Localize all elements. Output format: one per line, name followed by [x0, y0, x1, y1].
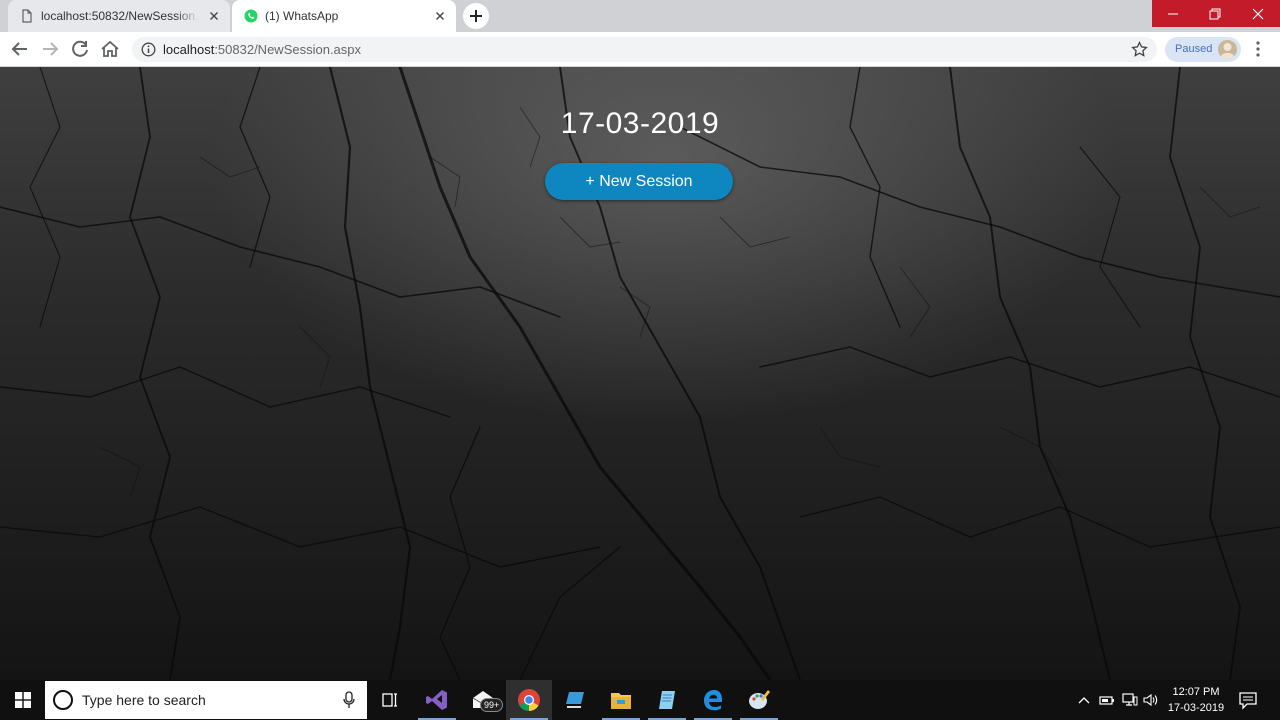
- tab-newsession[interactable]: localhost:50832/NewSession.aspx: [8, 0, 230, 32]
- close-icon: [1252, 8, 1264, 19]
- url-text: localhost:50832/NewSession.aspx: [163, 42, 361, 57]
- taskbar-remote-desktop[interactable]: [552, 680, 598, 720]
- restore-button[interactable]: [1194, 0, 1236, 27]
- start-button[interactable]: [0, 680, 46, 720]
- notepad-icon: [659, 691, 675, 709]
- more-menu-icon[interactable]: [1250, 38, 1266, 60]
- taskbar-chrome[interactable]: [506, 680, 552, 720]
- page-icon: [22, 9, 32, 23]
- volume-icon: [1143, 693, 1158, 707]
- page-content: 17-03-2019 + New Session: [0, 67, 1280, 680]
- paint-icon: [749, 690, 770, 709]
- visual-studio-icon: [426, 690, 447, 710]
- browser-toolbar: localhost:50832/NewSession.aspx Paused: [0, 32, 1280, 67]
- close-icon[interactable]: [432, 8, 448, 24]
- clock-time: 12:07 PM: [1172, 686, 1220, 698]
- new-session-button[interactable]: + New Session: [545, 163, 733, 200]
- close-icon[interactable]: [206, 8, 222, 24]
- search-placeholder: Type here to search: [82, 692, 206, 708]
- minimize-icon: [1168, 13, 1178, 14]
- task-view-icon: [382, 693, 397, 707]
- plus-icon: [470, 10, 482, 22]
- taskbar: Type here to search 99+ 12:07 PM 17-03-2…: [0, 680, 1280, 720]
- chrome-icon: [518, 689, 540, 711]
- taskbar-notepad[interactable]: [644, 680, 690, 720]
- taskbar-visual-studio[interactable]: [414, 680, 460, 720]
- url-host: localhost: [163, 42, 215, 57]
- remote-desktop-icon: [566, 692, 584, 708]
- reload-icon[interactable]: [69, 38, 91, 60]
- avatar: [1218, 40, 1237, 59]
- microphone-icon[interactable]: [343, 691, 355, 709]
- profile-button[interactable]: Paused: [1165, 37, 1241, 62]
- minimize-button[interactable]: [1152, 0, 1194, 27]
- cortana-icon: [53, 690, 73, 710]
- task-view-button[interactable]: [367, 680, 413, 720]
- taskbar-edge[interactable]: [690, 680, 736, 720]
- forward-icon[interactable]: [39, 38, 61, 60]
- battery-icon: [1099, 696, 1114, 705]
- taskbar-search-box[interactable]: Type here to search: [45, 681, 367, 719]
- home-icon[interactable]: [99, 38, 121, 60]
- tab-whatsapp[interactable]: (1) WhatsApp: [232, 0, 456, 32]
- clock-date: 17-03-2019: [1167, 702, 1225, 714]
- address-bar[interactable]: localhost:50832/NewSession.aspx: [132, 37, 1157, 62]
- mail-badge: 99+: [480, 698, 504, 712]
- taskbar-mail[interactable]: 99+: [460, 680, 506, 720]
- tab-title: localhost:50832/NewSession.aspx: [41, 9, 199, 23]
- info-icon[interactable]: [141, 42, 156, 57]
- tab-title: (1) WhatsApp: [265, 9, 339, 23]
- session-date: 17-03-2019: [560, 107, 720, 140]
- cracked-texture-background: [0, 67, 1280, 680]
- tray-network[interactable]: [1120, 680, 1140, 720]
- restore-icon: [1209, 8, 1221, 19]
- show-hidden-icons[interactable]: [1075, 680, 1093, 720]
- folder-icon: [611, 693, 631, 709]
- system-clock[interactable]: 12:07 PM 17-03-2019: [1160, 684, 1232, 716]
- taskbar-paint[interactable]: [736, 680, 782, 720]
- action-center-icon[interactable]: [1238, 690, 1258, 710]
- tab-strip: localhost:50832/NewSession.aspx (1) What…: [0, 0, 1280, 32]
- tray-volume[interactable]: [1142, 680, 1160, 720]
- bookmark-star-icon[interactable]: [1131, 41, 1148, 58]
- profile-status: Paused: [1175, 43, 1213, 55]
- new-tab-button[interactable]: [463, 3, 489, 29]
- whatsapp-icon: [244, 9, 258, 23]
- edge-icon: [704, 690, 722, 711]
- windows-logo-icon: [15, 692, 31, 708]
- chevron-up-icon: [1078, 697, 1090, 704]
- taskbar-file-explorer[interactable]: [598, 680, 644, 720]
- tray-battery[interactable]: [1097, 680, 1117, 720]
- network-icon: [1122, 693, 1138, 706]
- url-path: :50832/NewSession.aspx: [214, 42, 362, 57]
- back-icon[interactable]: [9, 38, 31, 60]
- close-window-button[interactable]: [1236, 0, 1280, 27]
